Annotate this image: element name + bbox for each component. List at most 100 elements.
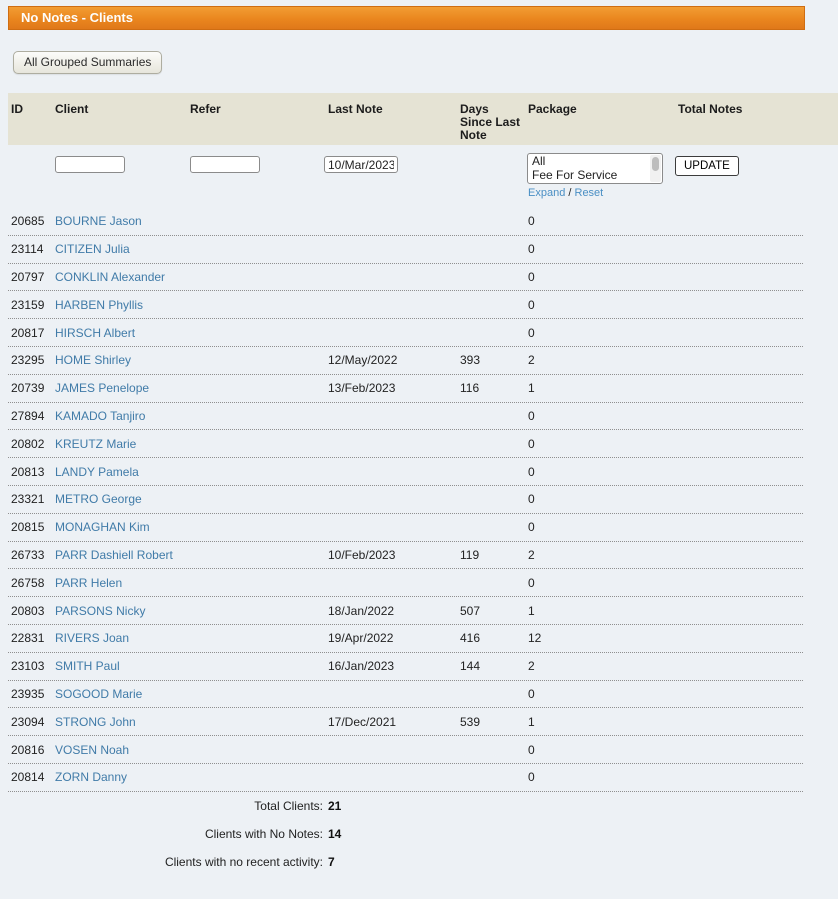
client-link[interactable]: JAMES Penelope [55, 381, 190, 395]
column-header-client: Client [55, 102, 89, 116]
client-link[interactable]: HARBEN Phyllis [55, 298, 190, 312]
client-link[interactable]: PARSONS Nicky [55, 604, 190, 618]
last-note-cell: 10/Feb/2023 [328, 547, 396, 562]
summary-value: 21 [328, 799, 342, 813]
total-notes-cell: 2 [528, 353, 535, 368]
client-filter-input[interactable] [55, 156, 125, 173]
summary-value: 7 [328, 855, 335, 869]
table-row: 23935 SOGOOD Marie 0 [8, 681, 803, 709]
table-row: 20815 MONAGHAN Kim 0 [8, 514, 803, 542]
refer-filter-input[interactable] [190, 156, 260, 173]
total-notes-cell: 0 [528, 686, 535, 701]
client-link[interactable]: VOSEN Noah [55, 743, 190, 757]
client-id-cell: 20813 [11, 464, 45, 479]
filter-row: All Fee For Service Expand / Reset UPDAT… [8, 145, 838, 207]
last-note-cell: 19/Apr/2022 [328, 631, 394, 646]
no-notes-clients-page: No Notes - Clients All Grouped Summaries… [0, 0, 838, 899]
client-link[interactable]: HOME Shirley [55, 353, 190, 367]
client-link[interactable]: METRO George [55, 492, 190, 506]
table-row: 23159 HARBEN Phyllis 0 [8, 291, 803, 320]
table-body: 20685 BOURNE Jason 0 23114 CITIZEN Julia 0 207… [8, 208, 803, 792]
total-notes-cell: 0 [528, 269, 535, 284]
total-notes-cell: 1 [528, 714, 535, 729]
table-row: 26758 PARR Helen 0 [8, 569, 803, 598]
client-link[interactable]: CONKLIN Alexander [55, 270, 190, 284]
client-id-cell: 27894 [11, 408, 45, 423]
total-notes-cell: 1 [528, 603, 535, 618]
column-header-id: ID [11, 102, 23, 116]
table-header-row: ID Client Refer Last Note Days Since Las… [8, 93, 838, 145]
update-button[interactable]: UPDATE [675, 156, 739, 176]
total-notes-cell: 0 [528, 575, 535, 590]
summary-row: Total Clients: 21 [8, 792, 803, 820]
package-listbox-scrollbar[interactable] [650, 155, 661, 182]
days-since-cell: 539 [460, 714, 481, 729]
days-since-cell: 144 [460, 659, 481, 674]
table-row: 27894 KAMADO Tanjiro 0 [8, 403, 803, 431]
client-link[interactable]: SOGOOD Marie [55, 687, 190, 701]
client-link[interactable]: ZORN Danny [55, 770, 190, 784]
table-row: 20814 ZORN Danny 0 [8, 764, 803, 792]
total-notes-cell: 1 [528, 381, 535, 396]
last-note-cell: 17/Dec/2021 [328, 714, 397, 729]
table-row: 23103 SMITH Paul 16/Jan/2023 144 2 [8, 653, 803, 681]
table-row: 20797 CONKLIN Alexander 0 [8, 264, 803, 292]
client-id-cell: 20803 [11, 603, 45, 618]
client-link[interactable]: KAMADO Tanjiro [55, 409, 190, 423]
client-id-cell: 23094 [11, 714, 45, 729]
client-id-cell: 20816 [11, 742, 45, 757]
all-grouped-summaries-button[interactable]: All Grouped Summaries [13, 51, 163, 74]
package-option-all[interactable]: All [528, 154, 662, 168]
total-notes-cell: 2 [528, 547, 535, 562]
total-notes-cell: 12 [528, 631, 542, 646]
last-note-date-filter-input[interactable] [324, 156, 398, 173]
package-option-fee-for-service[interactable]: Fee For Service [528, 168, 662, 182]
package-filter-links: Expand / Reset [528, 187, 603, 199]
client-link[interactable]: RIVERS Joan [55, 631, 190, 645]
client-link[interactable]: CITIZEN Julia [55, 242, 190, 256]
total-notes-cell: 2 [528, 659, 535, 674]
expand-link[interactable]: Expand [528, 187, 565, 199]
column-header-total-notes: Total Notes [678, 102, 743, 116]
client-id-cell: 20739 [11, 381, 45, 396]
total-notes-cell: 0 [528, 492, 535, 507]
days-since-cell: 416 [460, 631, 481, 646]
reset-link[interactable]: Reset [575, 187, 604, 199]
summary-row: Clients with no recent activity: 7 [8, 848, 803, 876]
client-id-cell: 23159 [11, 297, 45, 312]
table-row: 23094 STRONG John 17/Dec/2021 539 1 [8, 708, 803, 737]
table-row: 26733 PARR Dashiell Robert 10/Feb/2023 119 2 [8, 542, 803, 570]
table-row: 20813 LANDY Pamela 0 [8, 458, 803, 486]
client-id-cell: 20815 [11, 520, 45, 535]
client-link[interactable]: MONAGHAN Kim [55, 520, 190, 534]
client-link[interactable]: LANDY Pamela [55, 465, 190, 479]
days-since-cell: 507 [460, 603, 481, 618]
last-note-cell: 13/Feb/2023 [328, 381, 396, 396]
client-id-cell: 23321 [11, 492, 45, 507]
column-header-days-since: Days Since Last Note [460, 102, 521, 142]
client-link[interactable]: SMITH Paul [55, 659, 190, 673]
client-link[interactable]: HIRSCH Albert [55, 326, 190, 340]
table-row: 23295 HOME Shirley 12/May/2022 393 2 [8, 347, 803, 375]
client-link[interactable]: PARR Helen [55, 576, 190, 590]
client-id-cell: 20817 [11, 325, 45, 340]
client-id-cell: 20802 [11, 436, 45, 451]
summary-label: Total Clients: [254, 799, 323, 813]
table-row: 20802 KREUTZ Marie 0 [8, 430, 803, 459]
page-title: No Notes - Clients [8, 6, 805, 30]
table-row: 20816 VOSEN Noah 0 [8, 736, 803, 764]
client-link[interactable]: PARR Dashiell Robert [55, 548, 190, 562]
table-row: 22831 RIVERS Joan 19/Apr/2022 416 12 [8, 625, 803, 653]
total-notes-cell: 0 [528, 297, 535, 312]
column-header-refer: Refer [190, 102, 221, 116]
client-link[interactable]: KREUTZ Marie [55, 437, 190, 451]
client-link[interactable]: STRONG John [55, 715, 190, 729]
client-id-cell: 20685 [11, 214, 45, 229]
package-filter-listbox[interactable]: All Fee For Service [527, 153, 663, 184]
client-link[interactable]: BOURNE Jason [55, 214, 190, 228]
total-notes-cell: 0 [528, 214, 535, 229]
column-header-package: Package [528, 102, 577, 116]
column-header-last-note: Last Note [328, 102, 383, 116]
scrollbar-thumb[interactable] [652, 157, 659, 171]
days-since-cell: 116 [460, 381, 480, 396]
